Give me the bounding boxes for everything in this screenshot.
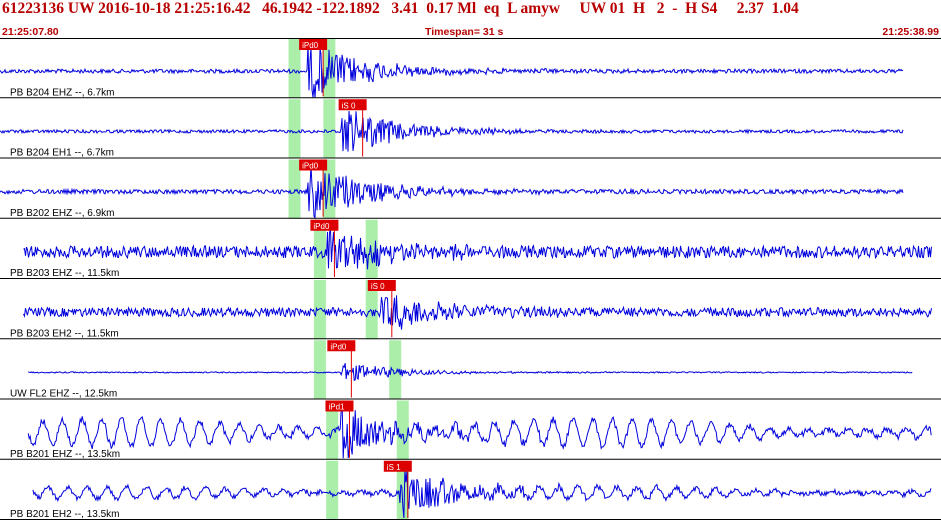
channel-row[interactable]: iPd1 PB B201 EHZ --, 13.5km [0,400,941,460]
channel-label: PB B203 EHZ --, 11.5km [10,268,119,279]
waveform-trace [27,406,932,459]
pick-label: iPd0 [302,162,319,171]
waveform-trace [0,164,904,220]
pick-label: iPd0 [302,41,319,50]
end-time-label: 21:25:38.99 [882,26,939,38]
pick-window-band [288,99,301,159]
timespan-label: Timespan= 31 s [425,26,504,38]
channel-row[interactable]: iS 0 PB B204 EH1 --, 6.7km [0,99,941,159]
pick-window-band [326,460,339,520]
pick-label: iS 1 [387,463,401,472]
pick-label: iPd0 [313,222,330,231]
waveform-trace [23,295,932,330]
pick-window-band [323,99,336,159]
pick-label: iS 0 [371,282,385,291]
waveform-trace [23,228,932,270]
channel-row[interactable]: iPd0 PB B202 EHZ --, 6.9km [0,159,941,220]
pick-window-band [313,340,326,400]
channel-row[interactable]: iPd0 PB B204 EHZ --, 6.7km [0,39,941,99]
channel-label: PB B201 EH2 --, 13.5km [10,509,120,520]
channel-label: PB B201 EHZ --, 13.5km [10,449,120,460]
waveform-plot[interactable]: iPd0 PB B204 EHZ --, 6.7km iS 0 PB B204 EH1… [0,38,941,520]
waveform-trace [0,43,904,98]
pick-label: iS 0 [342,101,356,110]
channel-label: PB B203 EH2 --, 11.5km [10,328,119,339]
channel-label: PB B202 EHZ --, 6.9km [10,208,114,219]
waveform-trace [32,469,932,519]
pick-window-band [288,39,301,99]
pick-label: iPd1 [328,403,345,412]
waveform-trace [0,111,904,152]
channel-row[interactable]: iS 1 PB B201 EH2 --, 13.5km [0,460,941,520]
channel-label: PB B204 EHZ --, 6.7km [10,87,114,98]
start-time-label: 21:25:07.80 [2,26,59,38]
event-header: 61223136 UW 2016-10-18 21:25:16.42 46.19… [0,0,941,24]
channel-row[interactable]: iS 0 PB B203 EH2 --, 11.5km [0,280,941,340]
waveform-trace [28,362,913,382]
pick-window-band [288,159,301,219]
channel-row[interactable]: iPd0 UW FL2 EHZ --, 12.5km [0,340,941,400]
channel-label: UW FL2 EHZ --, 12.5km [10,389,117,400]
event-summary-line: 61223136 UW 2016-10-18 21:25:16.42 46.19… [2,0,799,17]
channel-row[interactable]: iPd0 PB B203 EHZ --, 11.5km [0,219,941,279]
channel-label: PB B204 EH1 --, 6.7km [10,148,114,159]
pick-label: iPd0 [330,342,347,351]
